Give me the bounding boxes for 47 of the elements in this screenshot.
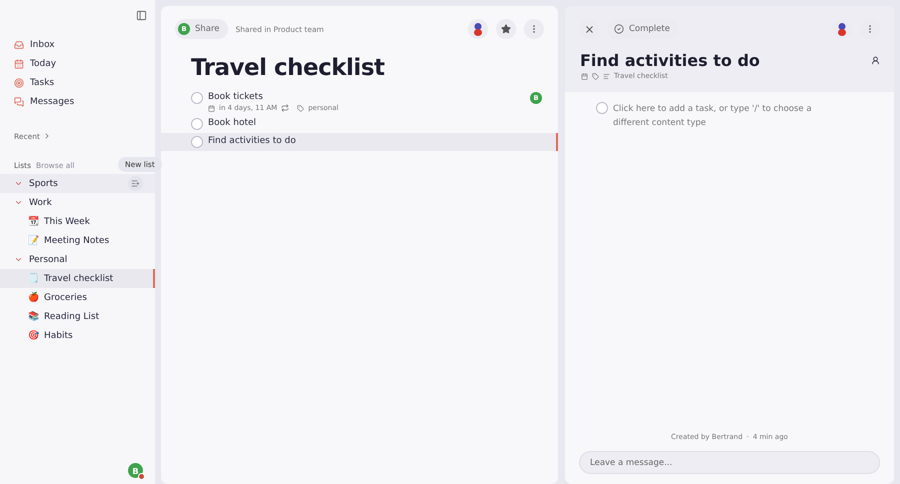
caret-icon[interactable]	[14, 255, 23, 264]
calendar-icon	[14, 58, 24, 68]
calendar-icon	[208, 104, 215, 112]
star-icon	[501, 24, 511, 34]
user-avatar-icon	[836, 22, 848, 36]
chat-icon	[14, 96, 24, 106]
nav-item[interactable]: Messages	[0, 92, 155, 111]
task-checkbox[interactable]	[191, 118, 203, 130]
caret-icon[interactable]	[14, 179, 23, 188]
add-task-hint[interactable]: Click here to add a task, or type '/' to choose a different content type	[613, 102, 833, 130]
list-item[interactable]: 📝 Meeting Notes	[0, 231, 155, 250]
task-checkbox[interactable]	[191, 136, 203, 148]
subtask-checkbox[interactable]	[596, 102, 608, 114]
close-icon	[584, 24, 594, 34]
inbox-icon	[14, 40, 24, 50]
tag-icon	[592, 72, 599, 80]
nav-item[interactable]: Inbox	[0, 35, 155, 54]
list-item[interactable]: 🎯 Habits	[0, 326, 155, 345]
new-list-button[interactable]	[128, 176, 143, 191]
task-title[interactable]: Book hotel	[208, 118, 542, 128]
assign-icon[interactable]	[871, 56, 880, 65]
sidebar-toggle-icon[interactable]	[136, 10, 147, 21]
list-title: Travel checklist	[191, 55, 386, 81]
task-title[interactable]: Book tickets	[208, 92, 525, 102]
list-icon	[603, 72, 610, 80]
user-avatar-icon	[472, 22, 484, 36]
tag-icon	[297, 104, 304, 112]
status-dot	[138, 473, 145, 480]
members-button[interactable]	[468, 19, 488, 39]
nav-item[interactable]: Today	[0, 54, 155, 73]
add-list-icon	[131, 179, 140, 188]
task-detail-title: Find activities to do	[580, 51, 760, 70]
favorite-button[interactable]	[496, 19, 516, 39]
target-icon	[14, 78, 24, 88]
caret-icon[interactable]	[14, 198, 23, 207]
nav-item[interactable]: Tasks	[0, 73, 155, 92]
list-folder[interactable]: Sports	[29, 178, 58, 188]
message-field[interactable]: Leave a message...	[579, 451, 880, 474]
list-item[interactable]: 📚 Reading List	[0, 307, 155, 326]
list-item[interactable]: 🗒 Travel checklist	[0, 269, 155, 288]
list-item[interactable]: 🍎 Groceries	[0, 288, 155, 307]
check-circle-icon	[614, 24, 624, 34]
list-folder[interactable]: Work	[29, 198, 52, 208]
list-folder[interactable]: Personal	[29, 254, 68, 264]
list-item[interactable]: 📆 This Week	[0, 212, 155, 231]
task-checkbox[interactable]	[191, 92, 203, 104]
calendar-icon	[581, 72, 588, 80]
